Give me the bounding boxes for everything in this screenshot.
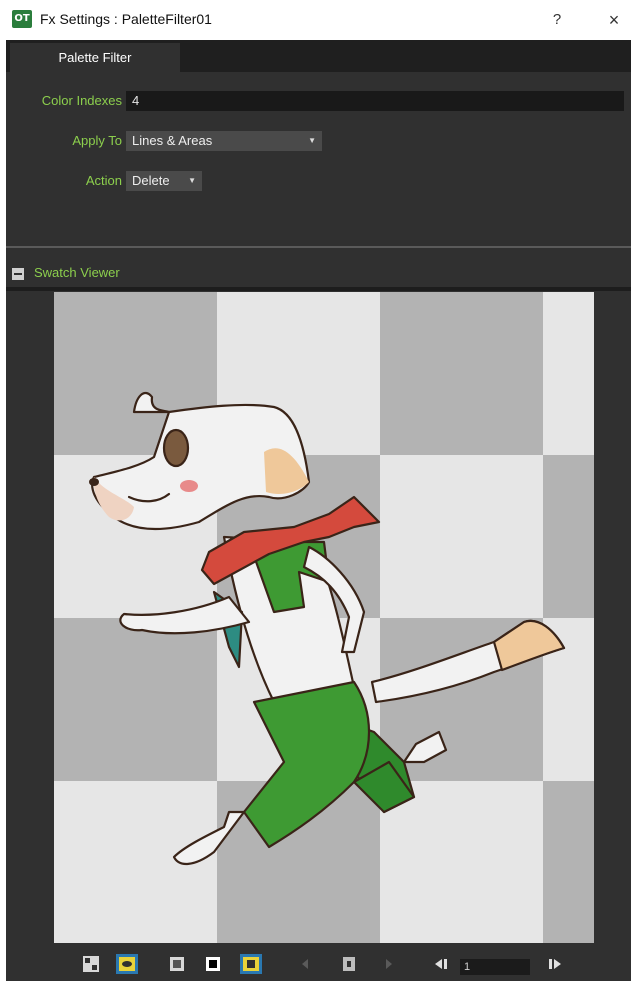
first-frame-icon[interactable]	[430, 954, 452, 974]
apply-to-label: Apply To	[72, 133, 122, 148]
collapse-icon[interactable]	[12, 268, 24, 280]
tab-palette-filter[interactable]: Palette Filter	[10, 43, 180, 72]
black-bg-icon[interactable]	[202, 954, 224, 974]
help-button[interactable]: ?	[545, 8, 569, 32]
frame-number-field[interactable]: 1	[460, 959, 530, 975]
last-frame-icon[interactable]	[544, 954, 566, 974]
chevron-down-icon: ▼	[188, 176, 196, 185]
apply-to-value: Lines & Areas	[132, 133, 213, 148]
viewer-top-border	[6, 287, 631, 291]
window-title: Fx Settings : PaletteFilter01	[40, 11, 212, 27]
app-logo-icon: OT	[12, 10, 32, 28]
color-indexes-input[interactable]: 4	[126, 91, 624, 111]
tab-bar: Palette Filter	[6, 40, 631, 72]
white-bg-icon[interactable]	[240, 954, 262, 974]
swatch-viewer-title: Swatch Viewer	[34, 265, 120, 280]
next-icon[interactable]	[378, 954, 400, 974]
title-bar: OT Fx Settings : PaletteFilter01 ? ×	[0, 0, 637, 40]
viewer-toolbar: 1	[54, 943, 594, 981]
apply-to-dropdown[interactable]: Lines & Areas ▼	[126, 131, 322, 151]
section-divider	[6, 246, 631, 248]
chevron-down-icon: ▼	[308, 136, 316, 145]
action-label: Action	[85, 173, 122, 188]
checkerboard-icon[interactable]	[166, 954, 188, 974]
eye-icon[interactable]	[116, 954, 138, 974]
close-button[interactable]: ×	[600, 7, 628, 33]
swatch-preview-image	[54, 292, 594, 943]
color-indexes-label: Color Indexes	[41, 93, 122, 108]
fx-settings-panel: Palette Filter Color Indexes 4 Apply To …	[6, 40, 631, 981]
lock-icon[interactable]	[338, 954, 360, 974]
swatch-viewer-header: Swatch Viewer	[6, 258, 631, 288]
compare-icon[interactable]	[80, 954, 102, 974]
action-dropdown[interactable]: Delete ▼	[126, 171, 202, 191]
action-value: Delete	[132, 173, 170, 188]
prev-icon[interactable]	[294, 954, 316, 974]
swatch-viewer-canvas[interactable]	[54, 292, 594, 943]
